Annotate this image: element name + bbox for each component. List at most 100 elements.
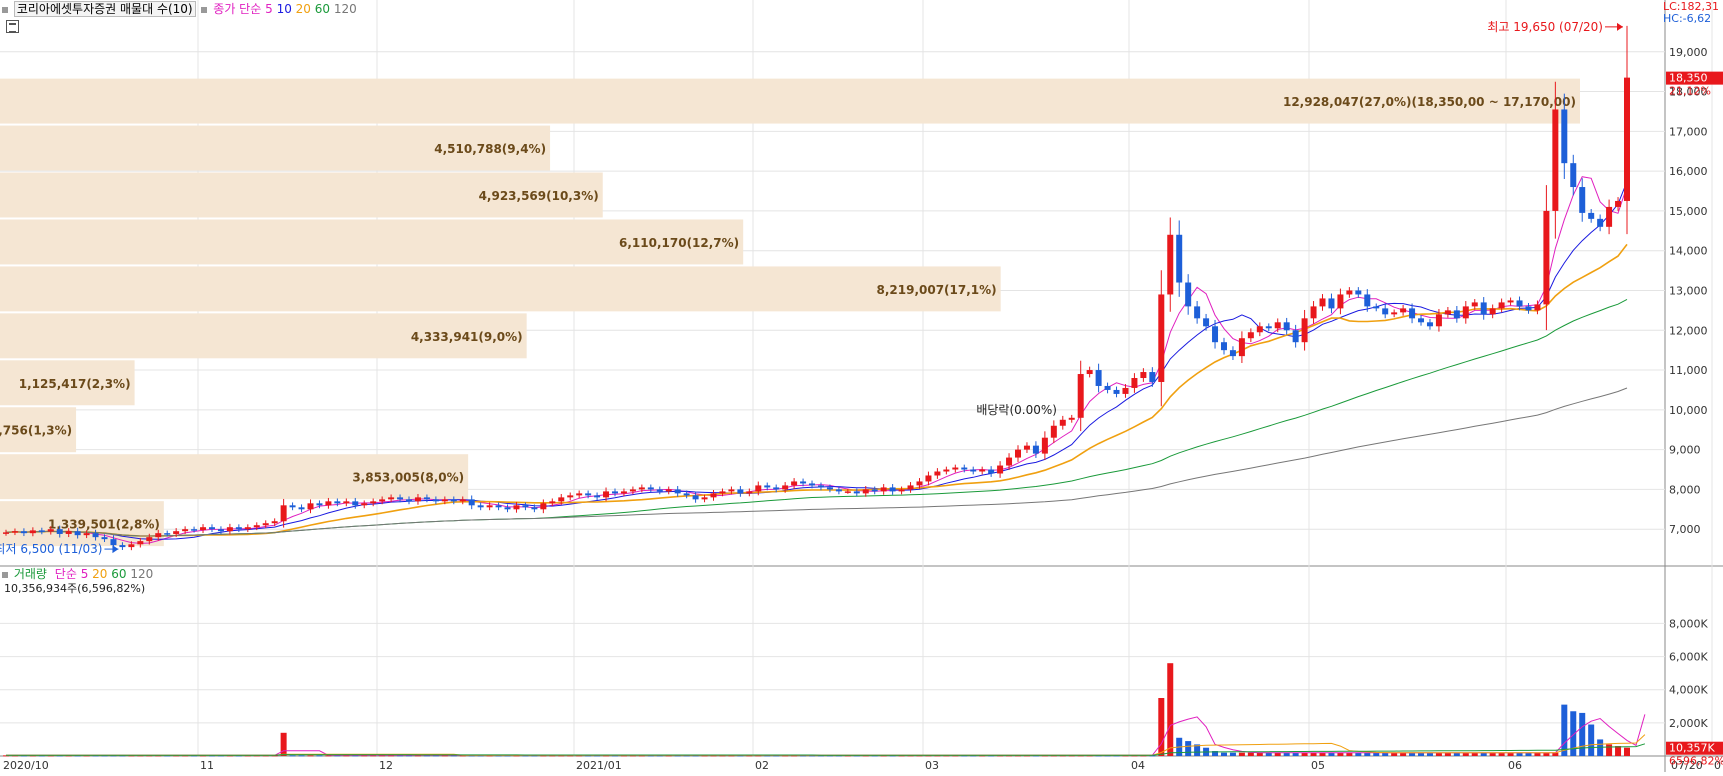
candle-body xyxy=(665,489,672,492)
volume-ma-20-label[interactable]: 20 xyxy=(92,567,107,581)
candle-body xyxy=(576,493,583,496)
price-tick-label: 16,000 xyxy=(1669,165,1708,178)
candle-body xyxy=(1543,210,1550,305)
candle-body xyxy=(1086,370,1093,375)
volume-bar xyxy=(1185,741,1192,756)
candle-body xyxy=(1194,306,1201,319)
candle-body xyxy=(56,529,63,534)
candle-body xyxy=(1579,187,1586,213)
volume-bar xyxy=(1579,712,1586,756)
candle-body xyxy=(128,544,135,548)
candle-body xyxy=(997,465,1004,474)
candle-body xyxy=(728,489,735,492)
candle-body xyxy=(137,541,144,545)
price-tick-label: 19,000 xyxy=(1669,46,1708,59)
candle-body xyxy=(38,530,45,532)
candle-body xyxy=(809,483,816,486)
candle-body xyxy=(656,489,663,492)
volume-ma-120-label[interactable]: 120 xyxy=(130,567,153,581)
candle-body xyxy=(880,487,887,492)
candle-body xyxy=(1409,308,1416,319)
time-tick-label: 06 xyxy=(1508,759,1522,772)
candle-body xyxy=(764,485,771,488)
candle-body xyxy=(844,491,851,493)
volume-profile-label: 1,125,417(2,3%) xyxy=(19,377,131,391)
collapse-icon[interactable] xyxy=(2,571,8,578)
volume-ma-60-label[interactable]: 60 xyxy=(111,567,126,581)
candle-body xyxy=(889,487,896,492)
candle-body xyxy=(1256,326,1263,333)
volume-profile-bar xyxy=(0,266,1001,312)
volume-bar xyxy=(1588,724,1595,756)
candle-body xyxy=(549,501,556,504)
candle-body xyxy=(1050,425,1057,438)
candle-body xyxy=(1516,300,1523,307)
time-tick-label: 11 xyxy=(200,759,214,772)
candle-body xyxy=(773,487,780,490)
ma-20-label[interactable]: 20 xyxy=(296,2,311,16)
candle-body xyxy=(182,529,189,532)
candle-body xyxy=(1185,282,1192,307)
collapse-icon[interactable] xyxy=(2,6,8,13)
table-icon[interactable] xyxy=(6,20,19,33)
ma-10-label[interactable]: 10 xyxy=(277,2,292,16)
volume-bar xyxy=(1247,752,1254,756)
candle-body xyxy=(952,467,959,470)
price-tick-label: 12,000 xyxy=(1669,324,1708,337)
candle-body xyxy=(370,501,377,504)
candle-body xyxy=(388,497,395,500)
candle-body xyxy=(208,527,215,530)
ma-label: 종가 단순 xyxy=(213,2,262,16)
candle-body xyxy=(226,527,233,532)
candle-body xyxy=(1400,308,1407,313)
candle-body xyxy=(253,525,260,528)
volume-ma-5-label[interactable]: 5 xyxy=(81,567,89,581)
time-tick-label: 2020/10 xyxy=(3,759,49,772)
hc-label: HC:-6,62 xyxy=(1663,12,1712,25)
time-tick-label: 02 xyxy=(755,759,769,772)
candle-body xyxy=(379,499,386,502)
candle-body xyxy=(1220,342,1227,351)
candle-body xyxy=(647,487,654,490)
candle-body xyxy=(1471,302,1478,307)
candle-body xyxy=(970,469,977,472)
candle-body xyxy=(1453,310,1460,319)
candle-body xyxy=(961,467,968,470)
volume-bar xyxy=(1561,704,1568,756)
volume-profile-label: 8,219,007(17,1%) xyxy=(876,283,996,297)
candle-body xyxy=(20,531,27,534)
candle-body xyxy=(361,503,368,506)
candle-body xyxy=(1122,387,1129,394)
candle-body xyxy=(835,489,842,492)
candle-body xyxy=(1310,306,1317,319)
candle-body xyxy=(943,469,950,472)
last-change-pct: 21,12% xyxy=(1669,85,1711,98)
candle-body xyxy=(110,539,117,546)
price-panel-header: 코리아에셋투자증권 매물대 수(10) 종가 단순 5 10 20 60 120 xyxy=(2,1,357,17)
candle-body xyxy=(1534,304,1541,311)
ma-5-label[interactable]: 5 xyxy=(265,2,273,16)
candle-body xyxy=(1077,374,1084,418)
collapse-icon[interactable] xyxy=(201,6,208,13)
candle-body xyxy=(531,507,538,510)
candle-body xyxy=(1140,372,1147,379)
candle-body xyxy=(1498,302,1505,309)
candle-body xyxy=(1624,77,1630,201)
candle-body xyxy=(1149,372,1156,382)
candle-body xyxy=(1041,437,1048,454)
candle-body xyxy=(477,505,484,508)
chart-canvas: 12,928,047(27,0%)(18,350,00 ~ 17,170,00)… xyxy=(0,0,1723,772)
candle-body xyxy=(1364,294,1371,307)
candle-body xyxy=(1319,298,1326,307)
candle-body xyxy=(1247,332,1254,339)
volume-bar xyxy=(1167,663,1174,756)
candle-body xyxy=(271,521,278,524)
candle-body xyxy=(1131,378,1138,388)
candle-body xyxy=(468,499,475,506)
ma-60-label[interactable]: 60 xyxy=(315,2,330,16)
candle-body xyxy=(522,505,529,508)
candle-body xyxy=(567,495,574,498)
ma-120-label[interactable]: 120 xyxy=(334,2,357,16)
candle-body xyxy=(1489,308,1496,315)
candle-body xyxy=(1274,322,1281,329)
